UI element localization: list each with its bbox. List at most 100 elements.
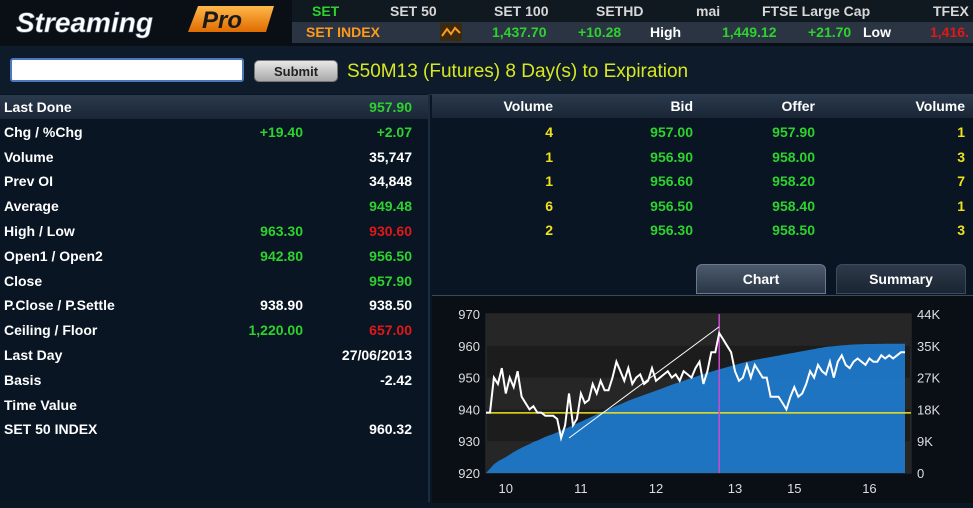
offer-price[interactable]: 958.40: [772, 198, 815, 214]
quote-value-2: +2.07: [376, 123, 412, 140]
y-right-tick: 35K: [917, 339, 940, 354]
quote-value-2: 949.48: [369, 198, 412, 215]
bid-price[interactable]: 956.50: [650, 198, 693, 214]
quote-row: Volume 35,747: [0, 145, 428, 169]
quote-label: High / Low: [4, 223, 75, 239]
grid-band: [486, 314, 911, 346]
quote-label: Last Day: [4, 347, 63, 363]
y-left-tick: 940: [458, 402, 480, 417]
offer-volume[interactable]: 1: [957, 124, 965, 140]
tab-summary[interactable]: Summary: [836, 264, 966, 294]
bid-volume[interactable]: 1: [545, 149, 553, 165]
x-tick: 13: [728, 481, 742, 496]
offer-price[interactable]: 958.20: [772, 173, 815, 189]
quote-value-1: 938.90: [260, 297, 303, 314]
bid-price[interactable]: 956.60: [650, 173, 693, 189]
y-right-tick: 0: [917, 466, 924, 481]
quote-value-2: 956.50: [369, 247, 412, 264]
bid-volume[interactable]: 1: [545, 173, 553, 189]
quote-row: Ceiling / Floor 1,220.00 657.00: [0, 318, 428, 342]
tab-chart[interactable]: Chart: [696, 264, 826, 294]
quote-label: Chg / %Chg: [4, 123, 83, 140]
bid-price[interactable]: 957.00: [650, 124, 693, 140]
quote-value-2: 657.00: [369, 322, 412, 339]
offer-price[interactable]: 958.00: [772, 149, 815, 165]
x-tick: 10: [499, 481, 513, 496]
quote-label: Open1 / Open2: [4, 247, 103, 264]
offer-price[interactable]: 958.50: [772, 222, 815, 238]
market-tabs: SET SET 50 SET 100 SETHD mai FTSE Large …: [292, 0, 973, 22]
price-chart: 970 960 950 940 930 920 44K 35K 27K 18K 9K 0 10 11 12 1…: [432, 295, 973, 503]
tab-sethd[interactable]: SETHD: [596, 3, 643, 19]
quote-value-2: 938.50: [369, 297, 412, 314]
tab-ftse[interactable]: FTSE Large Cap: [762, 3, 870, 19]
y-left-tick: 930: [458, 434, 480, 449]
bid-volume[interactable]: 6: [545, 198, 553, 214]
quote-label: Basis: [4, 371, 42, 388]
header-offer-volume: Volume: [915, 98, 965, 114]
header-bid: Bid: [670, 98, 693, 114]
quote-row: Basis -2.42: [0, 368, 428, 392]
top-bar: Streaming Pro SET SET 50 SET 100 SETHD m…: [0, 0, 973, 46]
quote-panel: Last Done 957.90 Chg / %Chg +19.40 +2.07 Volu…: [0, 94, 430, 502]
quote-value-2: -2.42: [380, 371, 412, 388]
quote-value-2: 930.60: [369, 223, 412, 239]
y-right-tick: 44K: [917, 307, 940, 322]
index-low: 1,416.: [930, 24, 969, 40]
index-last: 1,437.70: [492, 24, 547, 40]
quote-value-2: 957.90: [369, 272, 412, 289]
quote-value-1: +19.40: [259, 123, 303, 140]
symbol-search-input[interactable]: [10, 58, 244, 82]
tab-tfex[interactable]: TFEX: [933, 3, 969, 19]
quote-row: Open1 / Open2 942.80 956.50: [0, 244, 428, 268]
quote-row: P.Close / P.Settle 938.90 938.50: [0, 293, 428, 317]
x-tick: 16: [862, 481, 876, 496]
mini-chart-icon[interactable]: [440, 23, 462, 44]
index-low-label: Low: [863, 24, 891, 40]
price-chart-svg: 970 960 950 940 930 920 44K 35K 27K 18K 9K 0 10 11 12 1…: [458, 307, 940, 496]
offer-volume[interactable]: 3: [957, 222, 965, 238]
symbol-headline: S50M13 (Futures) 8 Day(s) to Expiration: [347, 61, 689, 82]
x-tick: 15: [787, 481, 801, 496]
orderbook-panel: Volume Bid Offer Volume 4 957.00 957.90 1 1 9…: [432, 94, 973, 503]
tab-set50[interactable]: SET 50: [390, 3, 437, 19]
orderbook-row: 1 956.60 958.20 7: [432, 169, 973, 193]
quote-label: Volume: [4, 148, 54, 165]
orderbook-row: 2 956.30 958.50 3: [432, 218, 973, 242]
quote-value-1: 942.80: [260, 247, 303, 264]
offer-volume[interactable]: 7: [957, 173, 965, 189]
header-offer: Offer: [781, 98, 815, 114]
orderbook-row: 4 957.00 957.90 1: [432, 120, 973, 144]
symbol-toolbar: Submit S50M13 (Futures) 8 Day(s) to Expi…: [0, 46, 973, 95]
index-name[interactable]: SET INDEX: [306, 24, 380, 40]
y-right-tick: 18K: [917, 402, 940, 417]
tab-mai[interactable]: mai: [696, 3, 720, 19]
tab-set[interactable]: SET: [312, 3, 339, 19]
bid-volume[interactable]: 2: [545, 222, 553, 238]
offer-volume[interactable]: 1: [957, 198, 965, 214]
bid-price[interactable]: 956.90: [650, 149, 693, 165]
bid-price[interactable]: 956.30: [650, 222, 693, 238]
tab-set100[interactable]: SET 100: [494, 3, 548, 19]
offer-price[interactable]: 957.90: [772, 124, 815, 140]
y-left-tick: 920: [458, 466, 480, 481]
quote-label: Close: [4, 272, 43, 289]
quote-row: Time Value: [0, 393, 428, 417]
quote-value-2: 35,747: [369, 148, 412, 165]
submit-button[interactable]: Submit: [254, 60, 338, 82]
orderbook-header: Volume Bid Offer Volume: [432, 94, 973, 118]
quote-row: High / Low 963.30 930.60: [0, 219, 428, 243]
header-bid-volume: Volume: [503, 98, 553, 114]
y-left-tick: 960: [458, 339, 480, 354]
quote-label: Ceiling / Floor: [4, 322, 98, 339]
x-tick: 12: [649, 481, 663, 496]
quote-label: Time Value: [4, 396, 77, 413]
index-high-label: High: [650, 24, 682, 40]
offer-volume[interactable]: 3: [957, 149, 965, 165]
quote-label: Prev OI: [4, 173, 54, 190]
bid-volume[interactable]: 4: [545, 124, 553, 140]
index-change: +10.28: [578, 24, 622, 40]
streamingpro-logo: Streaming Pro: [16, 6, 274, 38]
quote-label: SET 50 INDEX: [4, 421, 98, 438]
quote-row: Average 949.48: [0, 194, 428, 218]
